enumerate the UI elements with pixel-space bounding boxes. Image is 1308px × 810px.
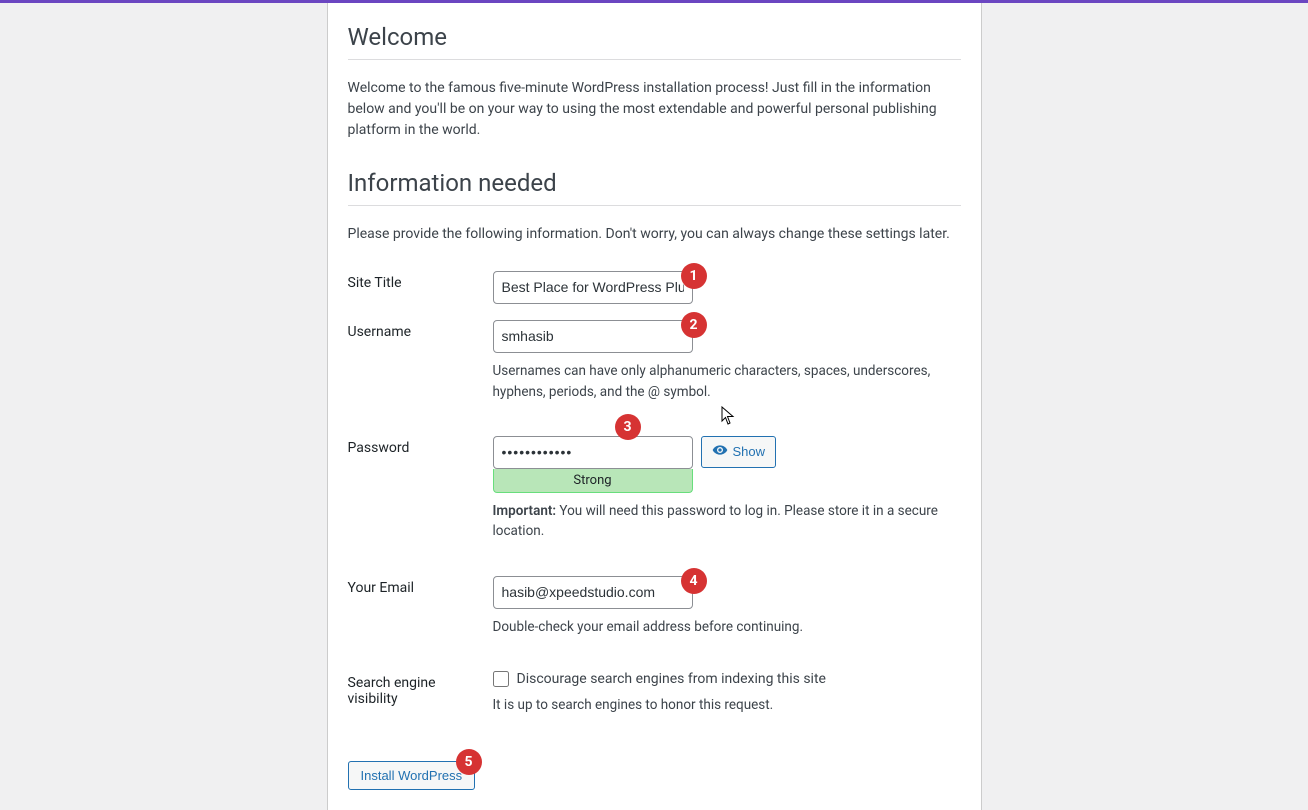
password-important-text: You will need this password to log in. P… <box>493 503 938 539</box>
visibility-label: Search engine visibility <box>348 663 493 741</box>
step-marker-3: 3 <box>615 414 641 440</box>
username-input[interactable] <box>493 320 693 353</box>
username-row: Username 2 Usernames can have only alpha… <box>348 312 961 428</box>
email-row: Your Email 4 Double-check your email add… <box>348 568 961 663</box>
step-marker-2: 2 <box>681 312 707 338</box>
password-label: Password <box>348 428 493 568</box>
password-important-label: Important: <box>493 503 557 519</box>
username-hint: Usernames can have only alphanumeric cha… <box>493 361 961 402</box>
eye-icon <box>712 442 728 461</box>
password-important: Important: You will need this password t… <box>493 501 961 542</box>
site-title-input[interactable] <box>493 271 693 304</box>
email-label: Your Email <box>348 568 493 663</box>
password-strength-meter: Strong <box>493 469 693 493</box>
visibility-hint: It is up to search engines to honor this… <box>493 695 961 715</box>
site-title-label: Site Title <box>348 263 493 312</box>
show-password-label: Show <box>733 444 766 459</box>
show-password-button[interactable]: Show <box>701 436 777 468</box>
email-hint: Double-check your email address before c… <box>493 617 961 637</box>
welcome-intro: Welcome to the famous five-minute WordPr… <box>348 78 961 141</box>
install-panel: Welcome Welcome to the famous five-minut… <box>327 3 982 810</box>
username-label: Username <box>348 312 493 428</box>
site-title-row: Site Title 1 <box>348 263 961 312</box>
step-marker-4: 4 <box>681 568 707 594</box>
welcome-heading: Welcome <box>348 23 961 60</box>
step-marker-1: 1 <box>681 263 707 289</box>
discourage-checkbox[interactable] <box>493 671 509 687</box>
info-needed-heading: Information needed <box>348 169 961 206</box>
visibility-row: Search engine visibility Discourage sear… <box>348 663 961 741</box>
discourage-label: Discourage search engines from indexing … <box>517 671 826 687</box>
email-input[interactable] <box>493 576 693 609</box>
step-marker-5: 5 <box>456 749 482 775</box>
info-needed-intro: Please provide the following information… <box>348 224 961 245</box>
password-input[interactable] <box>493 436 693 469</box>
password-row: Password 3 Strong Show <box>348 428 961 568</box>
install-form: Site Title 1 Username 2 Usernames can ha… <box>348 263 961 741</box>
